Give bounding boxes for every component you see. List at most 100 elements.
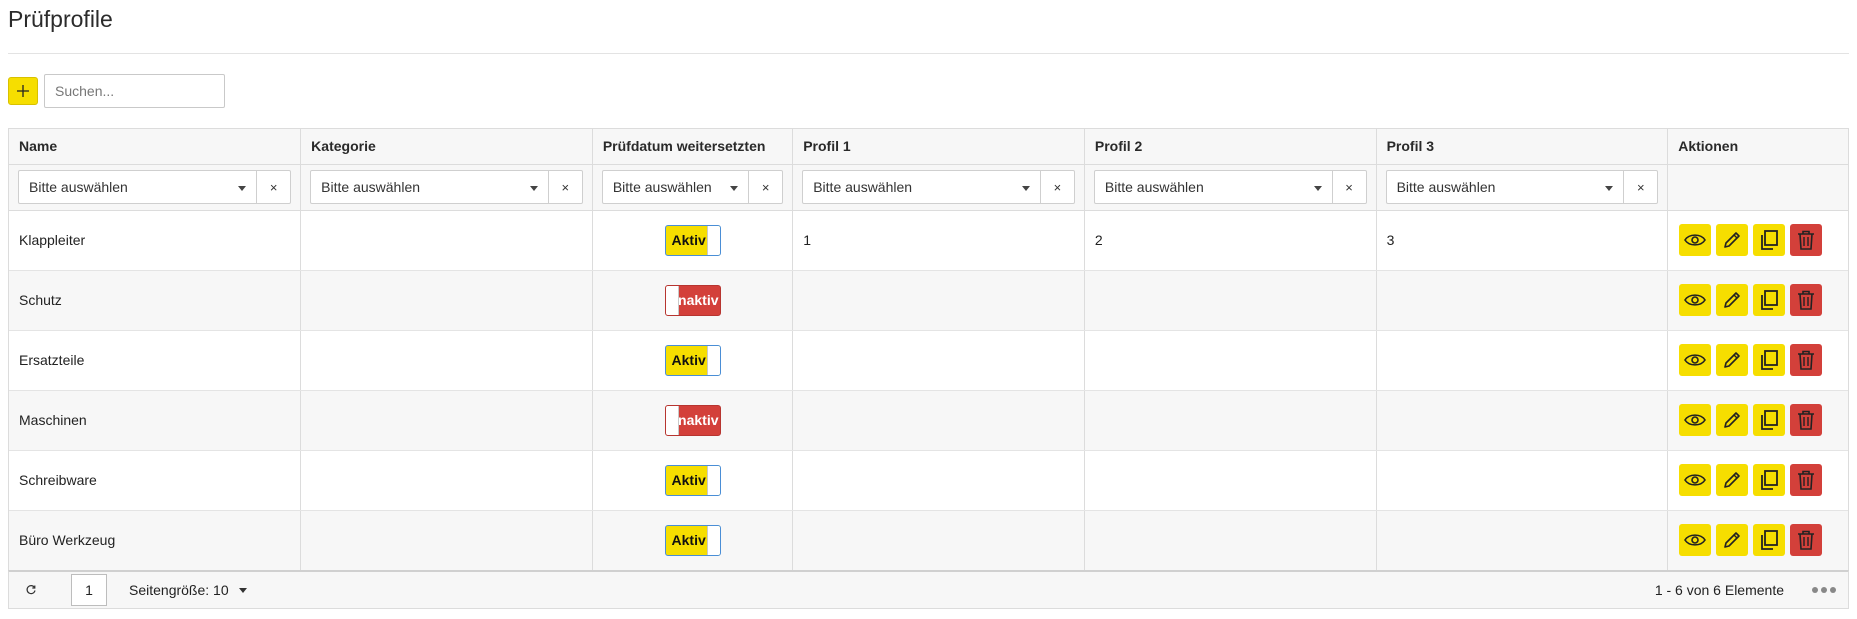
cell-profile3	[1376, 270, 1669, 331]
filter-cell-profile1: Bitte auswählen ×	[792, 164, 1085, 211]
page-number-button[interactable]: 1	[71, 574, 107, 606]
more-icon[interactable]	[1812, 587, 1836, 593]
cell-profile2	[1084, 450, 1377, 511]
filter-cell-advance: Bitte auswählen ×	[592, 164, 794, 211]
filter-cell-profile2: Bitte auswählen ×	[1084, 164, 1377, 211]
status-toggle[interactable]: Inaktiv	[664, 284, 721, 316]
table-row[interactable]: Klappleiter Aktiv 1 2 3	[9, 210, 1848, 271]
filter-select-profile3[interactable]: Bitte auswählen	[1385, 170, 1625, 204]
cell-actions	[1667, 390, 1848, 451]
table-row[interactable]: Büro Werkzeug Aktiv	[9, 510, 1848, 571]
edit-button[interactable]	[1716, 464, 1749, 496]
filter-select-advance[interactable]: Bitte auswählen	[601, 170, 750, 204]
edit-button[interactable]	[1716, 524, 1749, 556]
toggle-label: Inaktiv	[674, 291, 719, 308]
cell-profile1	[792, 450, 1085, 511]
copy-icon	[1759, 529, 1779, 551]
close-icon: ×	[269, 179, 278, 195]
clear-filter-button[interactable]: ×	[1624, 170, 1659, 204]
trash-button[interactable]	[1790, 464, 1823, 496]
copy-button[interactable]	[1753, 524, 1786, 556]
toggle-knob	[706, 225, 720, 255]
status-toggle[interactable]: Aktiv	[664, 224, 721, 256]
add-button[interactable]	[8, 77, 38, 105]
toolbar	[8, 74, 225, 108]
cell-profile1	[792, 510, 1085, 571]
column-header-profile2[interactable]: Profil 2	[1084, 129, 1377, 165]
status-toggle[interactable]: Aktiv	[664, 524, 721, 556]
close-icon: ×	[1053, 179, 1062, 195]
filter-select-name[interactable]: Bitte auswählen	[18, 170, 258, 204]
trash-button[interactable]	[1790, 224, 1823, 256]
edit-button[interactable]	[1716, 344, 1749, 376]
filter-select-value: Bitte auswählen	[1396, 179, 1496, 195]
cell-advance: Aktiv	[592, 450, 794, 511]
trash-button[interactable]	[1790, 284, 1823, 316]
view-button[interactable]	[1679, 344, 1712, 376]
filter-select-category[interactable]: Bitte auswählen	[310, 170, 549, 204]
clear-filter-button[interactable]: ×	[257, 170, 292, 204]
column-header-profile1[interactable]: Profil 1	[792, 129, 1085, 165]
cell-advance: Aktiv	[592, 210, 794, 271]
edit-button[interactable]	[1716, 404, 1749, 436]
view-button[interactable]	[1679, 404, 1712, 436]
edit-button[interactable]	[1716, 284, 1749, 316]
page-size-dropdown[interactable]: Seitengröße: 10	[129, 582, 247, 598]
edit-icon	[1722, 410, 1742, 430]
copy-button[interactable]	[1753, 464, 1786, 496]
title-divider	[8, 53, 1849, 54]
trash-button[interactable]	[1790, 344, 1823, 376]
filter-name: Bitte auswählen ×	[18, 170, 292, 204]
table-row[interactable]: Schutz Inaktiv	[9, 270, 1848, 331]
filter-select-value: Bitte auswählen	[29, 179, 128, 195]
cell-profile3: 3	[1376, 210, 1669, 271]
filter-select-profile1[interactable]: Bitte auswählen	[802, 170, 1041, 204]
view-icon	[1684, 352, 1707, 368]
cell-profile1	[792, 270, 1085, 331]
copy-button[interactable]	[1753, 344, 1786, 376]
filter-cell-name: Bitte auswählen ×	[9, 164, 302, 211]
filter-select-profile2[interactable]: Bitte auswählen	[1093, 170, 1333, 204]
column-header-name[interactable]: Name	[9, 129, 302, 165]
filter-select-value: Bitte auswählen	[612, 179, 712, 195]
view-button[interactable]	[1679, 224, 1712, 256]
trash-button[interactable]	[1790, 524, 1823, 556]
view-button[interactable]	[1679, 284, 1712, 316]
trash-icon	[1796, 469, 1816, 491]
edit-button[interactable]	[1716, 224, 1749, 256]
column-header-profile3[interactable]: Profil 3	[1376, 129, 1669, 165]
filter-cell-profile3: Bitte auswählen ×	[1376, 164, 1669, 211]
column-header-category[interactable]: Kategorie	[300, 129, 593, 165]
copy-button[interactable]	[1753, 284, 1786, 316]
cell-category	[300, 390, 593, 451]
chevron-down-icon	[238, 587, 247, 593]
copy-button[interactable]	[1753, 404, 1786, 436]
table-row[interactable]: Ersatzteile Aktiv	[9, 330, 1848, 391]
view-button[interactable]	[1679, 524, 1712, 556]
cell-advance: Aktiv	[592, 510, 794, 571]
table-row[interactable]: Schreibware Aktiv	[9, 450, 1848, 511]
status-toggle[interactable]: Inaktiv	[664, 404, 721, 436]
cell-profile1	[792, 330, 1085, 391]
cell-actions	[1667, 330, 1848, 391]
column-header-advance[interactable]: Prüfdatum weitersetzten	[592, 129, 794, 165]
edit-icon	[1722, 350, 1742, 370]
clear-filter-button[interactable]: ×	[1040, 170, 1075, 204]
trash-button[interactable]	[1790, 404, 1823, 436]
view-button[interactable]	[1679, 464, 1712, 496]
status-toggle[interactable]: Aktiv	[664, 344, 721, 376]
search-input[interactable]	[44, 74, 225, 108]
clear-filter-button[interactable]: ×	[749, 170, 784, 204]
cell-profile2	[1084, 270, 1377, 331]
cell-profile3	[1376, 450, 1669, 511]
column-header-actions[interactable]: Aktionen	[1667, 129, 1848, 165]
filter-profile2: Bitte auswählen ×	[1093, 170, 1367, 204]
chevron-down-icon	[730, 186, 739, 191]
status-toggle[interactable]: Aktiv	[664, 464, 721, 496]
copy-button[interactable]	[1753, 224, 1786, 256]
toggle-label: Aktiv	[671, 231, 706, 248]
refresh-button[interactable]	[13, 584, 49, 596]
clear-filter-button[interactable]: ×	[548, 170, 583, 204]
table-row[interactable]: Maschinen Inaktiv	[9, 390, 1848, 451]
clear-filter-button[interactable]: ×	[1332, 170, 1367, 204]
